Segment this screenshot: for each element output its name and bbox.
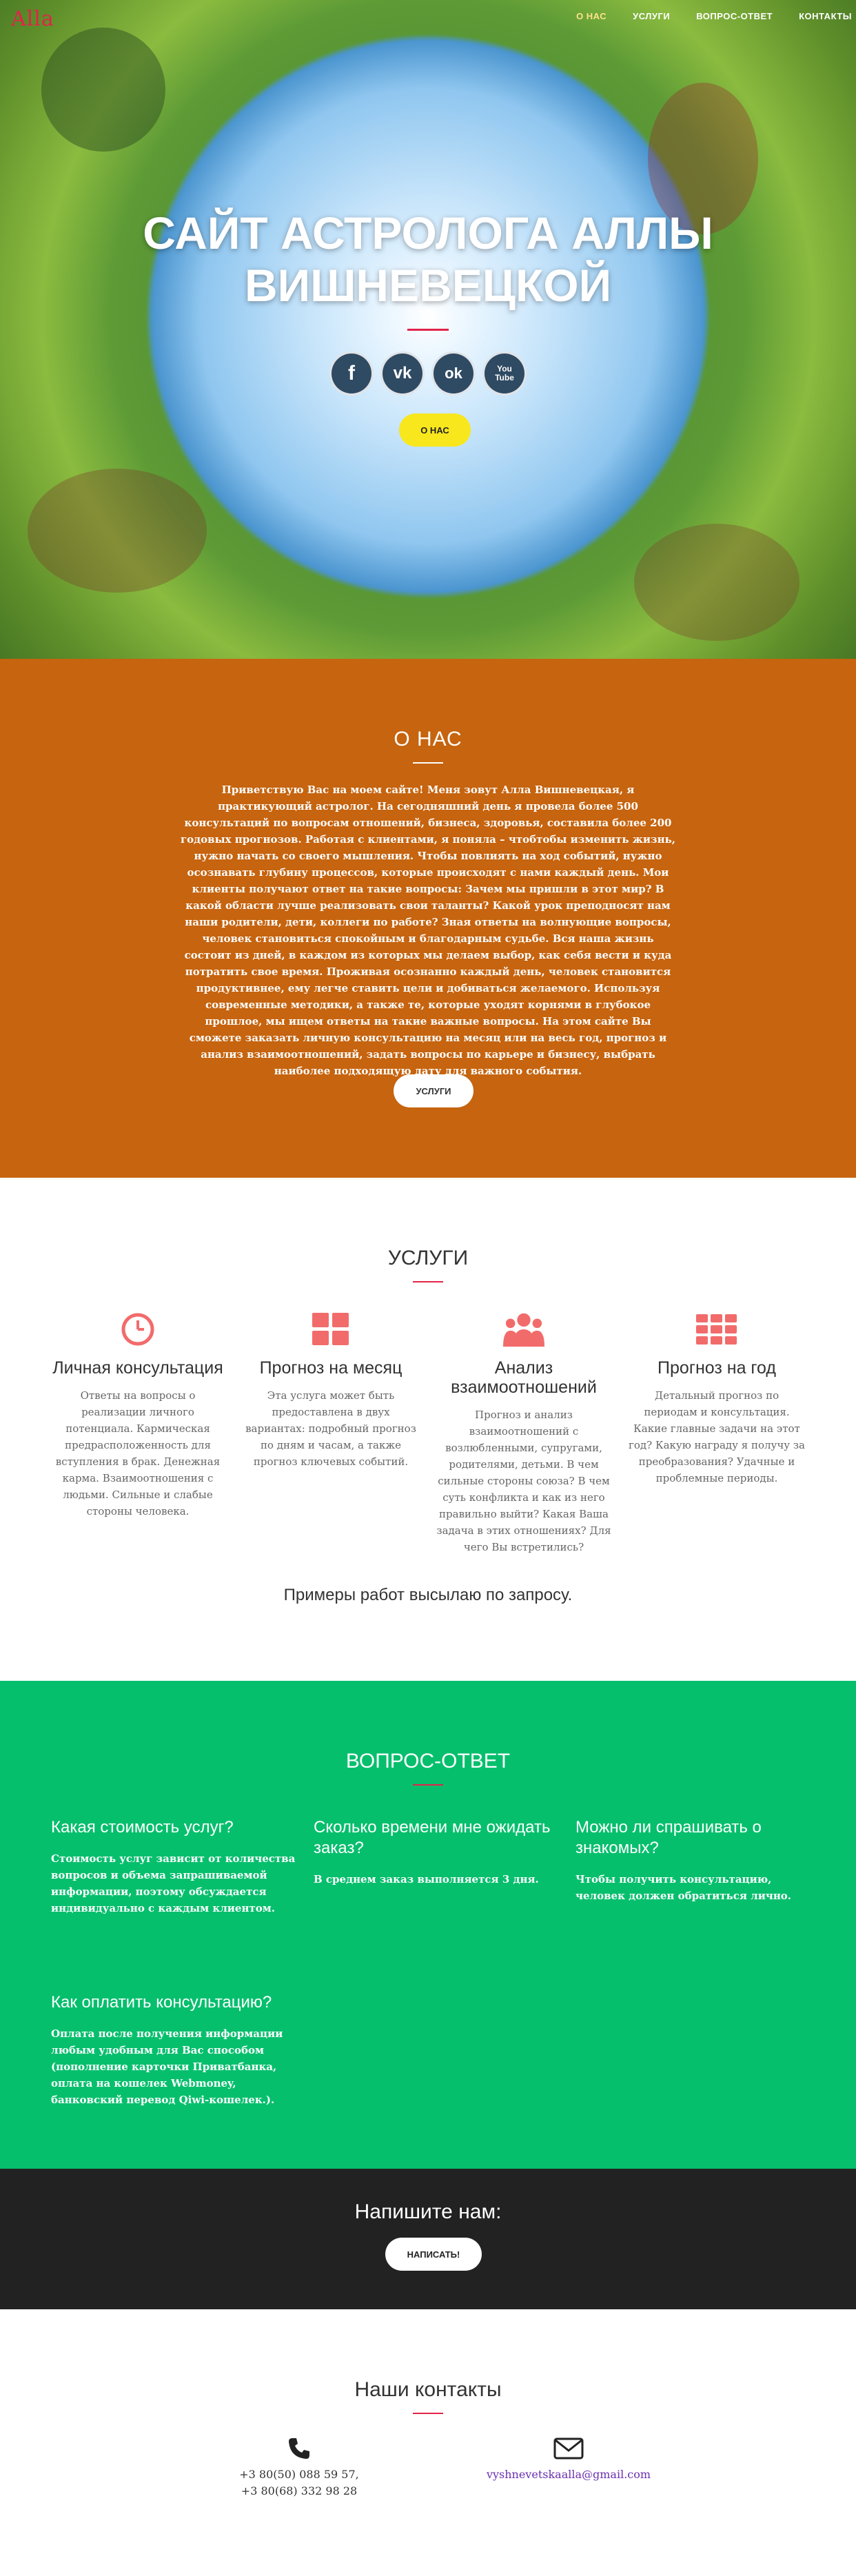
faq-question: Какая стоимость услуг? xyxy=(51,1818,234,1837)
faq-question: Можно ли спрашивать о знакомых? xyxy=(575,1818,762,1857)
faq-item: Как оплатить консультацию? Оплата после … xyxy=(51,1992,299,2108)
service-text: Эта услуга может быть предоставлена в дв… xyxy=(245,1389,416,1468)
service-text: Детальный прогноз по периодам и консульт… xyxy=(629,1389,805,1484)
group-icon xyxy=(503,1309,544,1350)
grid-icon xyxy=(310,1309,351,1350)
faq-answer: Стоимость услуг зависит от количества во… xyxy=(51,1852,296,1914)
vkontakte-glyph: vk xyxy=(393,364,412,382)
service-text: Прогноз и анализ взаимоотношений с возлю… xyxy=(436,1409,611,1553)
calendar-grid-icon xyxy=(696,1309,737,1350)
faq-question: Как оплатить консультацию? xyxy=(51,1993,272,2012)
service-card: Прогноз на год Детальный прогноз по пери… xyxy=(627,1309,806,1555)
phone-number[interactable]: +3 80(68) 332 98 28 xyxy=(196,2483,402,2500)
service-card: Прогноз на месяц Эта услуга может быть п… xyxy=(241,1309,420,1555)
services-grid: Личная консультация Ответы на вопросы о … xyxy=(48,1309,806,1555)
faq-question: Сколько времени мне ожидать заказ? xyxy=(314,1818,551,1857)
about-button[interactable]: О НАС xyxy=(399,413,471,447)
contacts-section: Наши контакты +3 80(50) 088 59 57, +3 80… xyxy=(0,2309,856,2576)
service-title: Прогноз на год xyxy=(658,1358,776,1378)
services-title: УСЛУГИ xyxy=(387,1247,469,1269)
nav-link-about[interactable]: О НАС xyxy=(576,11,607,21)
service-card: Личная консультация Ответы на вопросы о … xyxy=(48,1309,227,1555)
hero-photo-decor xyxy=(634,524,799,641)
service-title: Анализ взаимоотношений xyxy=(451,1358,597,1397)
hero-title: САЙТ АСТРОЛОГА АЛЛЫ ВИШНЕВЕЦКОЙ xyxy=(0,207,856,311)
faq-section: ВОПРОС-ОТВЕТ Какая стоимость услуг? Стои… xyxy=(0,1681,856,2169)
service-title: Личная консультация xyxy=(52,1358,223,1378)
faq-answer: В среднем заказ выполняется 3 дня. xyxy=(314,1873,539,1885)
top-nav: Alla О НАС УСЛУГИ ВОПРОС-ОТВЕТ КОНТАКТЫ xyxy=(0,0,856,36)
hero-title-line: ВИШНЕВЕЦКОЙ xyxy=(244,260,612,311)
faq-answer: Оплата после получения информации любым … xyxy=(51,2027,283,2106)
envelope-icon xyxy=(465,2435,672,2462)
services-section: УСЛУГИ Личная консультация Ответы на воп… xyxy=(0,1178,856,1681)
faq-answer: Чтобы получить консультацию, человек дол… xyxy=(575,1873,792,1902)
faq-item: Какая стоимость услуг? Стоимость услуг з… xyxy=(51,1817,299,1916)
faq-item: Сколько времени мне ожидать заказ? В сре… xyxy=(314,1817,562,1888)
hero-title-line: САЙТ АСТРОЛОГА АЛЛЫ xyxy=(143,207,713,258)
about-text: Приветствую Вас на моем сайте! Меня зову… xyxy=(180,784,675,1077)
contacts-divider xyxy=(413,2413,443,2414)
youtube-glyph: You Tube xyxy=(495,364,514,382)
write-button[interactable]: НАПИСАТЬ! xyxy=(385,2238,482,2271)
youtube-icon[interactable]: You Tube xyxy=(482,351,527,396)
about-title: О НАС xyxy=(394,728,462,750)
contacts-title: Наши контакты xyxy=(354,2378,502,2401)
phone-icon xyxy=(196,2435,402,2462)
about-section: О НАС Приветствую Вас на моем сайте! Мен… xyxy=(0,659,856,1178)
email-link[interactable]: vyshnevetskaalla@gmail.com xyxy=(487,2468,651,2481)
odnoklassniki-glyph: ok xyxy=(445,365,462,382)
write-title: Напишите нам: xyxy=(354,2200,502,2223)
nav-link-services[interactable]: УСЛУГИ xyxy=(633,11,670,21)
hero-photo-decor xyxy=(28,469,207,593)
services-button[interactable]: УСЛУГИ xyxy=(394,1074,473,1107)
vkontakte-icon[interactable]: vk xyxy=(380,351,425,396)
main-menu: О НАС УСЛУГИ ВОПРОС-ОТВЕТ КОНТАКТЫ xyxy=(576,11,856,21)
service-card: Анализ взаимоотношений Прогноз и анализ … xyxy=(434,1309,613,1555)
write-section: Напишите нам: НАПИСАТЬ! xyxy=(0,2169,856,2309)
about-divider xyxy=(413,762,443,764)
service-title: Прогноз на месяц xyxy=(259,1358,402,1378)
nav-link-contacts[interactable]: КОНТАКТЫ xyxy=(799,11,852,21)
social-links: f vk ok You Tube xyxy=(0,351,856,396)
contact-email: vyshnevetskaalla@gmail.com xyxy=(465,2435,672,2483)
hero-divider xyxy=(407,329,449,331)
site-logo[interactable]: Alla xyxy=(11,7,54,31)
odnoklassniki-icon[interactable]: ok xyxy=(431,351,476,396)
faq-item: Можно ли спрашивать о знакомых? Чтобы по… xyxy=(575,1817,824,1904)
services-divider xyxy=(413,1281,443,1282)
clock-icon xyxy=(117,1309,159,1350)
facebook-glyph: f xyxy=(348,362,355,385)
facebook-icon[interactable]: f xyxy=(329,351,374,396)
hero-photo-decor xyxy=(41,28,165,152)
nav-link-faq[interactable]: ВОПРОС-ОТВЕТ xyxy=(696,11,773,21)
faq-title: ВОПРОС-ОТВЕТ xyxy=(345,1750,511,1772)
contact-phone: +3 80(50) 088 59 57, +3 80(68) 332 98 28 xyxy=(196,2435,402,2500)
faq-divider xyxy=(413,1784,443,1786)
service-text: Ответы на вопросы о реализации личного п… xyxy=(55,1389,221,1517)
hero-section: САЙТ АСТРОЛОГА АЛЛЫ ВИШНЕВЕЦКОЙ f vk ok … xyxy=(0,0,856,659)
services-note: Примеры работ высылаю по запросу. xyxy=(283,1586,573,1604)
phone-number[interactable]: +3 80(50) 088 59 57, xyxy=(196,2466,402,2483)
